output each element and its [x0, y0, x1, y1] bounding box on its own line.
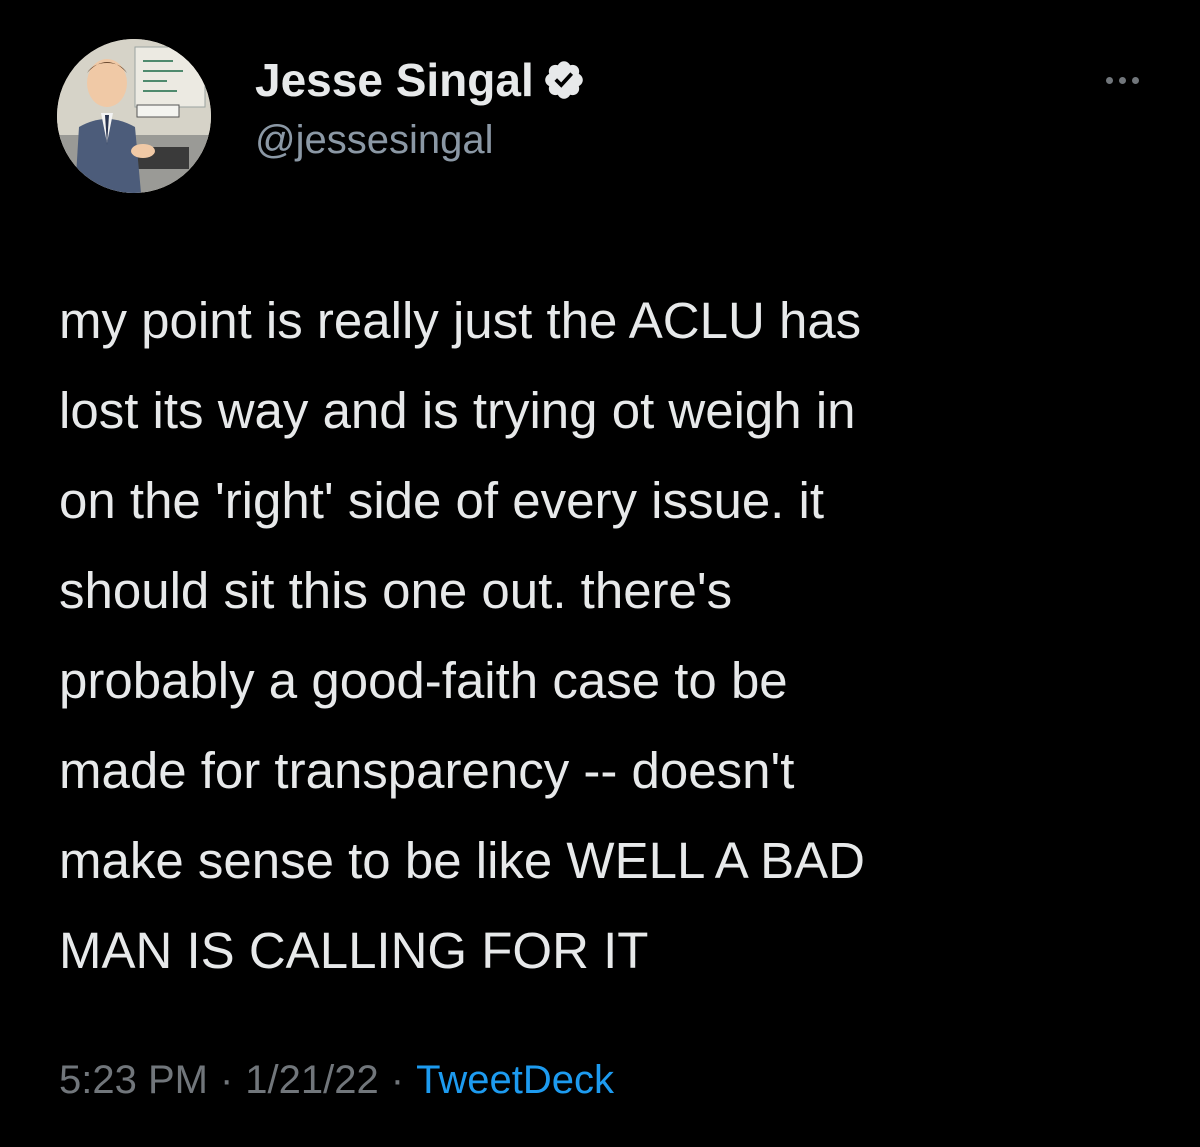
tweet-card: Jesse Singal @jessesingal my point is re…: [0, 0, 1200, 1147]
tweet-date[interactable]: 1/21/22: [245, 1058, 378, 1102]
more-horizontal-icon: [1105, 76, 1113, 84]
meta-separator: ·: [219, 1058, 234, 1102]
tweet-text-line: should sit this one out. there's: [59, 562, 733, 619]
author-info: Jesse Singal @jessesingal: [255, 52, 586, 164]
cartoon-avatar-icon: [57, 39, 211, 193]
tweet-text-line: make sense to be like WELL A BAD: [59, 832, 866, 889]
tweet-time[interactable]: 5:23 PM: [59, 1058, 208, 1102]
tweet-source-link[interactable]: TweetDeck: [416, 1058, 614, 1102]
more-horizontal-icon-dot: [1131, 76, 1139, 84]
tweet-text-line: lost its way and is trying ot weigh in: [59, 382, 856, 439]
tweet-text-line: on the 'right' side of every issue. it: [59, 472, 825, 529]
tweet-text-line: my point is really just the ACLU has: [59, 292, 862, 349]
more-horizontal-icon-dot: [1118, 76, 1126, 84]
tweet-text: my point is really just the ACLU has los…: [59, 276, 1159, 996]
display-name-link[interactable]: Jesse Singal: [255, 52, 586, 108]
more-options-button[interactable]: [1092, 62, 1152, 98]
meta-separator: ·: [390, 1058, 405, 1102]
author-avatar[interactable]: [57, 39, 211, 193]
tweet-text-line: MAN IS CALLING FOR IT: [59, 922, 649, 979]
tweet-text-line: made for transparency -- doesn't: [59, 742, 795, 799]
tweet-metadata: 5:23 PM · 1/21/22 · TweetDeck: [59, 1052, 614, 1108]
author-display-name: Jesse Singal: [255, 54, 534, 106]
tweet-text-line: probably a good-faith case to be: [59, 652, 788, 709]
verified-badge-icon: [544, 61, 583, 99]
author-handle[interactable]: @jessesingal: [255, 116, 586, 164]
